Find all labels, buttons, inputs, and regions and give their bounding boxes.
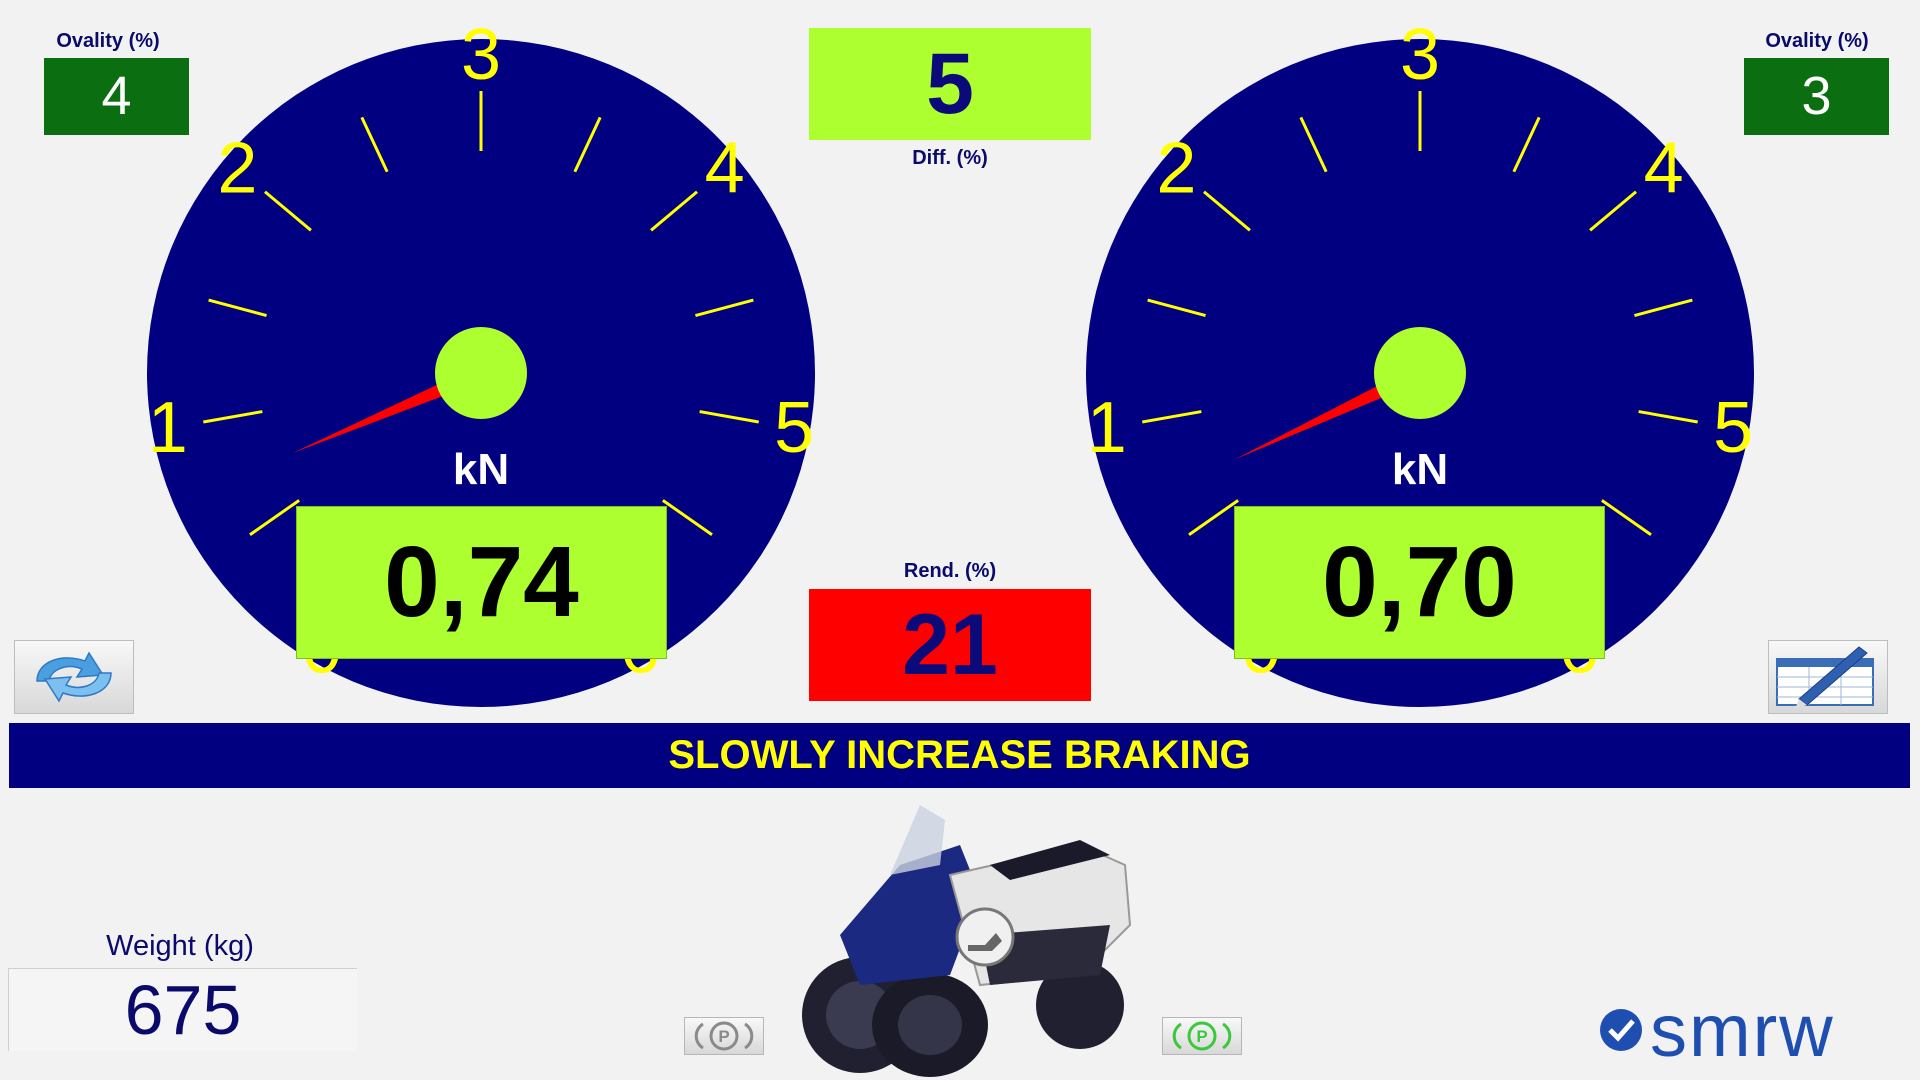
right-gauge-tick-label: 4: [1644, 129, 1684, 209]
left-gauge-tick-label: 5: [774, 388, 814, 468]
weight-value: 675: [8, 968, 357, 1051]
left-gauge-tick-label: 1: [148, 388, 188, 468]
scooter-image: [802, 805, 1132, 1077]
status-banner: SLOWLY INCREASE BRAKING: [9, 723, 1910, 788]
left-gauge-unit: kN: [453, 445, 509, 494]
left-force-value: 0,74: [296, 506, 667, 659]
parking-right-button[interactable]: P: [1162, 1017, 1242, 1055]
right-gauge-tick-label: 3: [1400, 15, 1440, 95]
right-gauge-tick-label: 2: [1156, 129, 1196, 209]
left-gauge-tick-label: 4: [705, 129, 745, 209]
report-icon: [1776, 646, 1874, 709]
smrw-logo: smrw: [1598, 988, 1898, 1072]
weight-label: Weight (kg): [106, 930, 254, 962]
logo-text: smrw: [1650, 988, 1835, 1072]
report-button[interactable]: [1768, 640, 1888, 714]
parking-left-button[interactable]: P: [684, 1017, 764, 1055]
right-gauge-tick-label: 1: [1087, 388, 1127, 468]
refresh-icon: [36, 651, 112, 703]
left-gauge-tick-label: 2: [217, 129, 257, 209]
refresh-button[interactable]: [14, 640, 134, 714]
right-gauge-unit: kN: [1392, 445, 1448, 494]
left-gauge-tick-label: 3: [461, 15, 501, 95]
logo-check-icon: [1600, 1009, 1642, 1051]
parking-icon: P: [694, 1021, 754, 1051]
svg-text:P: P: [718, 1027, 729, 1046]
parking-active-icon: P: [1172, 1021, 1232, 1051]
right-gauge-hub: [1374, 327, 1466, 419]
right-gauge-tick-label: 5: [1713, 388, 1753, 468]
right-force-value: 0,70: [1234, 506, 1605, 659]
svg-text:P: P: [1196, 1027, 1207, 1046]
left-gauge-hub: [435, 327, 527, 419]
